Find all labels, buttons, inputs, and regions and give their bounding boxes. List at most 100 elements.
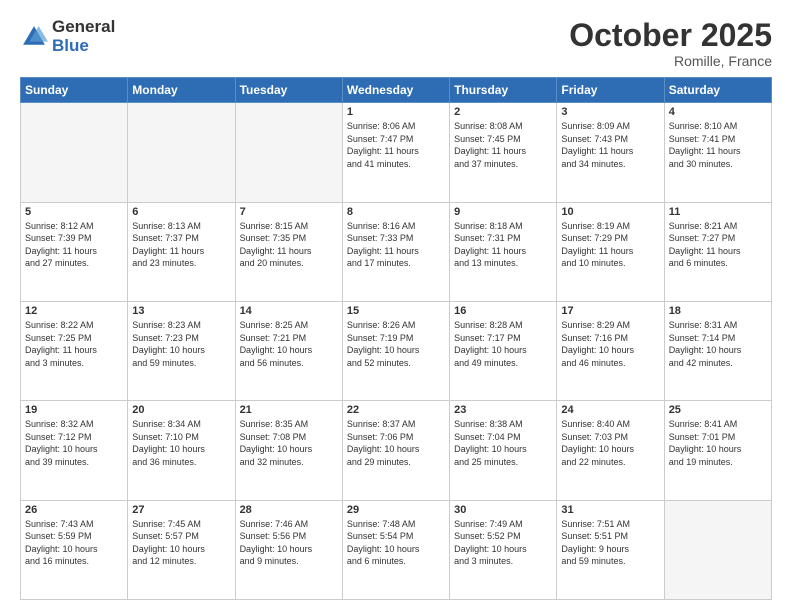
day-number: 5	[25, 206, 123, 218]
calendar-cell: 2 Sunrise: 8:08 AM Sunset: 7:45 PM Daylig…	[450, 103, 557, 202]
day-number: 1	[347, 106, 445, 118]
day-number: 30	[454, 504, 552, 516]
calendar-cell: 3 Sunrise: 8:09 AM Sunset: 7:43 PM Daylig…	[557, 103, 664, 202]
calendar-cell: 1 Sunrise: 8:06 AM Sunset: 7:47 PM Daylig…	[342, 103, 449, 202]
day-number: 8	[347, 206, 445, 218]
calendar-cell: 11 Sunrise: 8:21 AM Sunset: 7:27 PM Dayli…	[664, 202, 771, 301]
day-info: Sunrise: 8:10 AM Sunset: 7:41 PM Dayligh…	[669, 120, 767, 170]
day-info: Sunrise: 8:34 AM Sunset: 7:10 PM Dayligh…	[132, 418, 230, 468]
calendar-cell: 9 Sunrise: 8:18 AM Sunset: 7:31 PM Daylig…	[450, 202, 557, 301]
day-number: 26	[25, 504, 123, 516]
page: General Blue October 2025 Romille, Franc…	[0, 0, 792, 612]
day-info: Sunrise: 8:35 AM Sunset: 7:08 PM Dayligh…	[240, 418, 338, 468]
calendar-cell	[128, 103, 235, 202]
day-number: 11	[669, 206, 767, 218]
calendar-cell: 13Sunrise: 8:23 AM Sunset: 7:23 PM Dayli…	[128, 301, 235, 400]
month-title: October 2025	[569, 18, 772, 53]
weekday-header-monday: Monday	[128, 78, 235, 103]
day-info: Sunrise: 8:26 AM Sunset: 7:19 PM Dayligh…	[347, 319, 445, 369]
day-info: Sunrise: 8:15 AM Sunset: 7:35 PM Dayligh…	[240, 220, 338, 270]
day-info: Sunrise: 8:38 AM Sunset: 7:04 PM Dayligh…	[454, 418, 552, 468]
calendar-cell: 15Sunrise: 8:26 AM Sunset: 7:19 PM Dayli…	[342, 301, 449, 400]
day-info: Sunrise: 8:21 AM Sunset: 7:27 PM Dayligh…	[669, 220, 767, 270]
day-info: Sunrise: 8:41 AM Sunset: 7:01 PM Dayligh…	[669, 418, 767, 468]
calendar-cell: 28 Sunrise: 7:46 AM Sunset: 5:56 PM Dayli…	[235, 500, 342, 599]
day-info: Sunrise: 8:13 AM Sunset: 7:37 PM Dayligh…	[132, 220, 230, 270]
day-info: Sunrise: 8:06 AM Sunset: 7:47 PM Dayligh…	[347, 120, 445, 170]
day-number: 3	[561, 106, 659, 118]
header: General Blue October 2025 Romille, Franc…	[20, 18, 772, 69]
calendar-cell: 7 Sunrise: 8:15 AM Sunset: 7:35 PM Daylig…	[235, 202, 342, 301]
day-info: Sunrise: 8:37 AM Sunset: 7:06 PM Dayligh…	[347, 418, 445, 468]
logo-blue: Blue	[52, 37, 115, 56]
day-info: Sunrise: 8:25 AM Sunset: 7:21 PM Dayligh…	[240, 319, 338, 369]
weekday-header-friday: Friday	[557, 78, 664, 103]
calendar-cell: 22 Sunrise: 8:37 AM Sunset: 7:06 PM Dayli…	[342, 401, 449, 500]
day-number: 21	[240, 404, 338, 416]
day-info: Sunrise: 7:51 AM Sunset: 5:51 PM Dayligh…	[561, 518, 659, 568]
day-number: 2	[454, 106, 552, 118]
day-number: 17	[561, 305, 659, 317]
weekday-header-thursday: Thursday	[450, 78, 557, 103]
day-number: 27	[132, 504, 230, 516]
day-number: 7	[240, 206, 338, 218]
weekday-header-tuesday: Tuesday	[235, 78, 342, 103]
day-number: 6	[132, 206, 230, 218]
day-number: 22	[347, 404, 445, 416]
weekday-header-sunday: Sunday	[21, 78, 128, 103]
calendar-cell: 17 Sunrise: 8:29 AM Sunset: 7:16 PM Dayli…	[557, 301, 664, 400]
day-number: 9	[454, 206, 552, 218]
day-number: 14	[240, 305, 338, 317]
calendar-cell	[21, 103, 128, 202]
calendar-cell: 18Sunrise: 8:31 AM Sunset: 7:14 PM Dayli…	[664, 301, 771, 400]
day-info: Sunrise: 7:46 AM Sunset: 5:56 PM Dayligh…	[240, 518, 338, 568]
day-info: Sunrise: 7:48 AM Sunset: 5:54 PM Dayligh…	[347, 518, 445, 568]
calendar-cell: 31 Sunrise: 7:51 AM Sunset: 5:51 PM Dayli…	[557, 500, 664, 599]
location-subtitle: Romille, France	[569, 53, 772, 69]
day-info: Sunrise: 8:29 AM Sunset: 7:16 PM Dayligh…	[561, 319, 659, 369]
calendar-cell: 8 Sunrise: 8:16 AM Sunset: 7:33 PM Daylig…	[342, 202, 449, 301]
day-info: Sunrise: 8:12 AM Sunset: 7:39 PM Dayligh…	[25, 220, 123, 270]
logo-icon	[20, 23, 48, 51]
calendar-cell: 27 Sunrise: 7:45 AM Sunset: 5:57 PM Dayli…	[128, 500, 235, 599]
day-info: Sunrise: 7:43 AM Sunset: 5:59 PM Dayligh…	[25, 518, 123, 568]
logo-text: General Blue	[52, 18, 115, 55]
calendar-cell: 10 Sunrise: 8:19 AM Sunset: 7:29 PM Dayli…	[557, 202, 664, 301]
day-info: Sunrise: 8:22 AM Sunset: 7:25 PM Dayligh…	[25, 319, 123, 369]
calendar-cell: 16 Sunrise: 8:28 AM Sunset: 7:17 PM Dayli…	[450, 301, 557, 400]
day-info: Sunrise: 7:45 AM Sunset: 5:57 PM Dayligh…	[132, 518, 230, 568]
calendar-cell: 5 Sunrise: 8:12 AM Sunset: 7:39 PM Daylig…	[21, 202, 128, 301]
day-info: Sunrise: 7:49 AM Sunset: 5:52 PM Dayligh…	[454, 518, 552, 568]
calendar-cell: 21 Sunrise: 8:35 AM Sunset: 7:08 PM Dayli…	[235, 401, 342, 500]
calendar-cell	[235, 103, 342, 202]
day-info: Sunrise: 8:19 AM Sunset: 7:29 PM Dayligh…	[561, 220, 659, 270]
day-number: 25	[669, 404, 767, 416]
day-info: Sunrise: 8:31 AM Sunset: 7:14 PM Dayligh…	[669, 319, 767, 369]
calendar-cell: 14 Sunrise: 8:25 AM Sunset: 7:21 PM Dayli…	[235, 301, 342, 400]
day-number: 28	[240, 504, 338, 516]
day-number: 4	[669, 106, 767, 118]
day-info: Sunrise: 8:18 AM Sunset: 7:31 PM Dayligh…	[454, 220, 552, 270]
logo-general: General	[52, 18, 115, 37]
calendar-cell: 23 Sunrise: 8:38 AM Sunset: 7:04 PM Dayli…	[450, 401, 557, 500]
calendar-cell	[664, 500, 771, 599]
day-number: 23	[454, 404, 552, 416]
day-info: Sunrise: 8:28 AM Sunset: 7:17 PM Dayligh…	[454, 319, 552, 369]
day-info: Sunrise: 8:09 AM Sunset: 7:43 PM Dayligh…	[561, 120, 659, 170]
title-block: October 2025 Romille, France	[569, 18, 772, 69]
day-info: Sunrise: 8:08 AM Sunset: 7:45 PM Dayligh…	[454, 120, 552, 170]
day-info: Sunrise: 8:16 AM Sunset: 7:33 PM Dayligh…	[347, 220, 445, 270]
weekday-header-saturday: Saturday	[664, 78, 771, 103]
calendar-cell: 20 Sunrise: 8:34 AM Sunset: 7:10 PM Dayli…	[128, 401, 235, 500]
day-number: 12	[25, 305, 123, 317]
day-number: 10	[561, 206, 659, 218]
day-number: 31	[561, 504, 659, 516]
calendar-cell: 25 Sunrise: 8:41 AM Sunset: 7:01 PM Dayli…	[664, 401, 771, 500]
day-info: Sunrise: 8:32 AM Sunset: 7:12 PM Dayligh…	[25, 418, 123, 468]
day-number: 20	[132, 404, 230, 416]
day-number: 13	[132, 305, 230, 317]
day-number: 19	[25, 404, 123, 416]
calendar-cell: 24Sunrise: 8:40 AM Sunset: 7:03 PM Dayli…	[557, 401, 664, 500]
calendar-table: SundayMondayTuesdayWednesdayThursdayFrid…	[20, 77, 772, 600]
day-number: 16	[454, 305, 552, 317]
